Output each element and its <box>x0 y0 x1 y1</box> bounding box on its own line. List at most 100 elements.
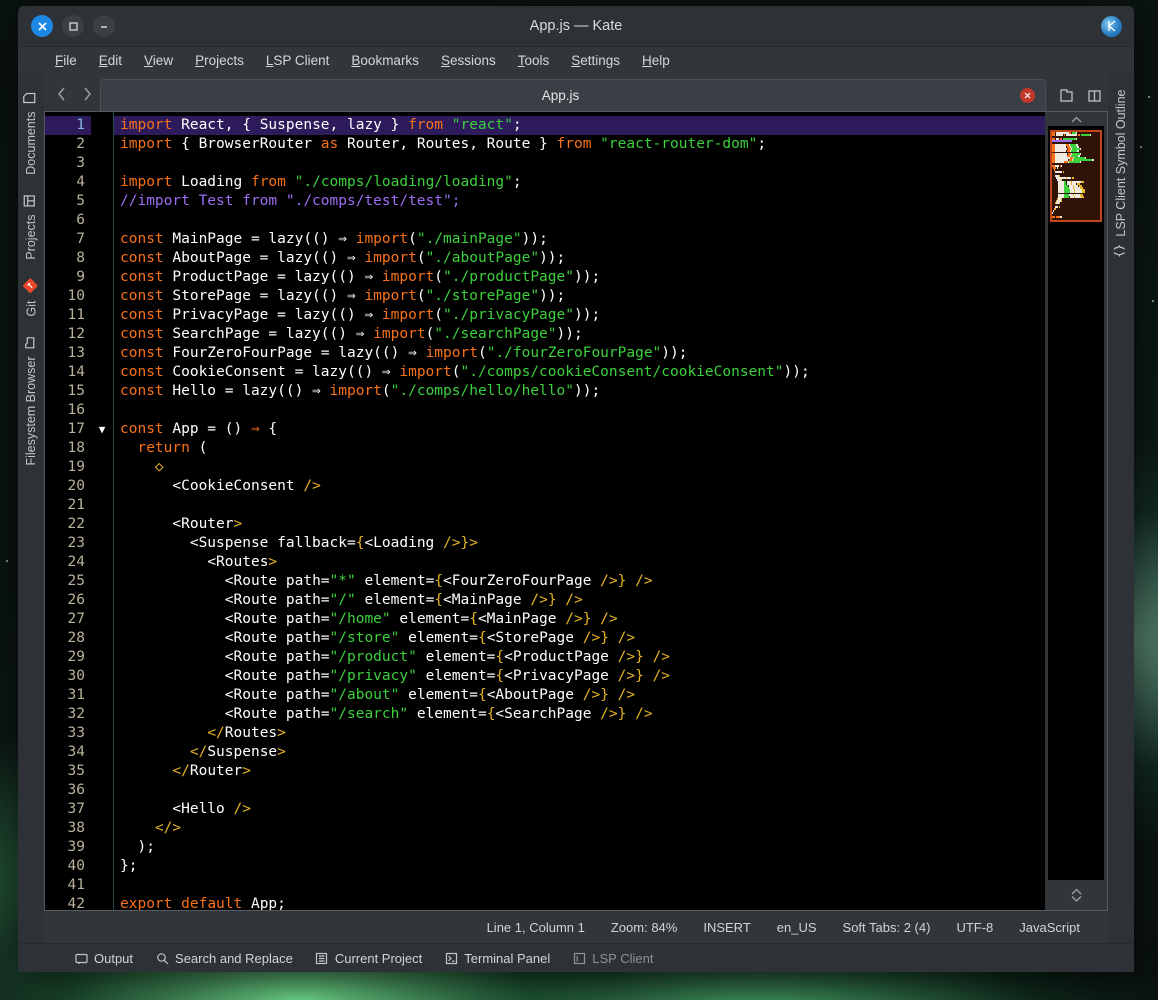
split-view-button[interactable] <box>1080 80 1108 111</box>
line-number[interactable]: 9 <box>45 268 91 287</box>
menu-bookmarks[interactable]: Bookmarks <box>340 51 430 70</box>
code-line[interactable]: <Routes> <box>114 553 1045 572</box>
prev-tab-button[interactable] <box>48 77 74 111</box>
code-line[interactable]: <Route path="/about" element={<AboutPage… <box>114 686 1045 705</box>
menu-view[interactable]: View <box>133 51 184 70</box>
code-line[interactable]: <Route path="/home" element={<MainPage /… <box>114 610 1045 629</box>
line-number[interactable]: 25 <box>45 572 91 591</box>
tab-app-js[interactable]: App.js <box>100 79 1046 111</box>
code-line[interactable]: return ( <box>114 439 1045 458</box>
line-number[interactable]: 2 <box>45 135 91 154</box>
code-line[interactable]: const StorePage = lazy(() ⇒ import("./st… <box>114 287 1045 306</box>
code-line[interactable] <box>114 211 1045 230</box>
scroll-down-icon[interactable] <box>1071 895 1082 902</box>
menu-file[interactable]: File <box>44 51 88 70</box>
line-number[interactable]: 1 <box>45 116 91 135</box>
code-line[interactable]: <Hello /> <box>114 800 1045 819</box>
line-number[interactable]: 36 <box>45 781 91 800</box>
menu-sessions[interactable]: Sessions <box>430 51 507 70</box>
line-number[interactable]: 12 <box>45 325 91 344</box>
code-line[interactable]: import { BrowserRouter as Router, Routes… <box>114 135 1045 154</box>
code-line[interactable] <box>114 876 1045 895</box>
code-line[interactable]: }; <box>114 857 1045 876</box>
bottom-tab-lsp-client[interactable]: LSP Client <box>572 951 653 966</box>
line-number[interactable]: 23 <box>45 534 91 553</box>
code-line[interactable]: const FourZeroFourPage = lazy(() ⇒ impor… <box>114 344 1045 363</box>
maximize-window-button[interactable] <box>62 15 84 37</box>
code-line[interactable]: <Route path="*" element={<FourZeroFourPa… <box>114 572 1045 591</box>
line-number[interactable]: 11 <box>45 306 91 325</box>
code-editor[interactable]: 1 2 3 4 5 6 7 8 9 10 11 12 13 14 15 16 17 18 19 20 21 22 23 24 2… <box>44 111 1045 911</box>
close-window-button[interactable] <box>31 15 53 37</box>
line-number[interactable]: 6 <box>45 211 91 230</box>
code-line[interactable]: </Router> <box>114 762 1045 781</box>
sidebar-item-documents[interactable]: Documents <box>20 81 42 184</box>
code-line[interactable]: export default App; <box>114 895 1045 910</box>
line-number[interactable]: 33 <box>45 724 91 743</box>
code-line[interactable]: const Hello = lazy(() ⇒ import("./comps/… <box>114 382 1045 401</box>
new-document-button[interactable] <box>1052 80 1080 111</box>
code-line[interactable]: const ProductPage = lazy(() ⇒ import("./… <box>114 268 1045 287</box>
next-tab-button[interactable] <box>74 77 100 111</box>
line-number[interactable]: 17 <box>45 420 91 439</box>
close-tab-button[interactable] <box>1020 88 1035 103</box>
line-number[interactable]: 34 <box>45 743 91 762</box>
code-folding-column[interactable]: ▼ <box>91 112 113 910</box>
minimize-window-button[interactable] <box>93 15 115 37</box>
line-number[interactable]: 15 <box>45 382 91 401</box>
code-line[interactable]: import Loading from "./comps/loading/loa… <box>114 173 1045 192</box>
code-line[interactable]: //import Test from "./comps/test/test"; <box>114 192 1045 211</box>
line-number[interactable]: 42 <box>45 895 91 910</box>
line-number[interactable]: 26 <box>45 591 91 610</box>
code-text-area[interactable]: import React, { Suspense, lazy } from "r… <box>113 112 1045 910</box>
menu-projects[interactable]: Projects <box>184 51 255 70</box>
sidebar-item-filesystem-browser[interactable]: Filesystem Browser <box>20 326 42 475</box>
code-line[interactable]: </Suspense> <box>114 743 1045 762</box>
code-line[interactable]: ); <box>114 838 1045 857</box>
line-number[interactable]: 21 <box>45 496 91 515</box>
code-line[interactable]: const AboutPage = lazy(() ⇒ import("./ab… <box>114 249 1045 268</box>
status-cursor-position[interactable]: Line 1, Column 1 <box>487 920 585 935</box>
code-line[interactable]: </> <box>114 819 1045 838</box>
line-number[interactable]: 37 <box>45 800 91 819</box>
code-line[interactable]: <Route path="/product" element={<Product… <box>114 648 1045 667</box>
fold-marker-icon[interactable]: ▼ <box>91 420 113 439</box>
menu-edit[interactable]: Edit <box>88 51 133 70</box>
code-line[interactable]: <Route path="/search" element={<SearchPa… <box>114 705 1045 724</box>
code-line[interactable]: const SearchPage = lazy(() ⇒ import("./s… <box>114 325 1045 344</box>
menu-settings[interactable]: Settings <box>560 51 631 70</box>
sidebar-item-lsp-client-symbol-outline[interactable]: LSP Client Symbol Outline <box>1110 81 1132 268</box>
minimap-scroll-up-button[interactable] <box>1045 112 1107 126</box>
line-number[interactable]: 10 <box>45 287 91 306</box>
line-number[interactable]: 38 <box>45 819 91 838</box>
line-number[interactable]: 4 <box>45 173 91 192</box>
status-input-mode[interactable]: INSERT <box>703 920 750 935</box>
line-number[interactable]: 40 <box>45 857 91 876</box>
code-line[interactable] <box>114 154 1045 173</box>
bottom-tab-output[interactable]: Output <box>74 951 133 966</box>
code-line[interactable]: <Route path="/privacy" element={<Privacy… <box>114 667 1045 686</box>
status-zoom-level[interactable]: Zoom: 84% <box>611 920 677 935</box>
code-line[interactable]: const MainPage = lazy(() ⇒ import("./mai… <box>114 230 1045 249</box>
line-number[interactable]: 30 <box>45 667 91 686</box>
code-line[interactable] <box>114 401 1045 420</box>
code-line[interactable]: </Routes> <box>114 724 1045 743</box>
code-line[interactable]: <CookieConsent /> <box>114 477 1045 496</box>
bottom-tab-current-project[interactable]: Current Project <box>315 951 422 966</box>
line-number[interactable]: 16 <box>45 401 91 420</box>
code-minimap[interactable] <box>1048 126 1104 880</box>
menu-tools[interactable]: Tools <box>507 51 561 70</box>
line-number[interactable]: 24 <box>45 553 91 572</box>
line-number[interactable]: 39 <box>45 838 91 857</box>
line-number[interactable]: 14 <box>45 363 91 382</box>
line-number[interactable]: 28 <box>45 629 91 648</box>
line-number[interactable]: 7 <box>45 230 91 249</box>
code-line[interactable]: const PrivacyPage = lazy(() ⇒ import("./… <box>114 306 1045 325</box>
line-number[interactable]: 8 <box>45 249 91 268</box>
line-number[interactable]: 20 <box>45 477 91 496</box>
code-line[interactable] <box>114 781 1045 800</box>
code-line[interactable]: const CookieConsent = lazy(() ⇒ import("… <box>114 363 1045 382</box>
line-number[interactable]: 31 <box>45 686 91 705</box>
bottom-tab-terminal-panel[interactable]: Terminal Panel <box>444 951 550 966</box>
code-line[interactable]: ◇ <box>114 458 1045 477</box>
